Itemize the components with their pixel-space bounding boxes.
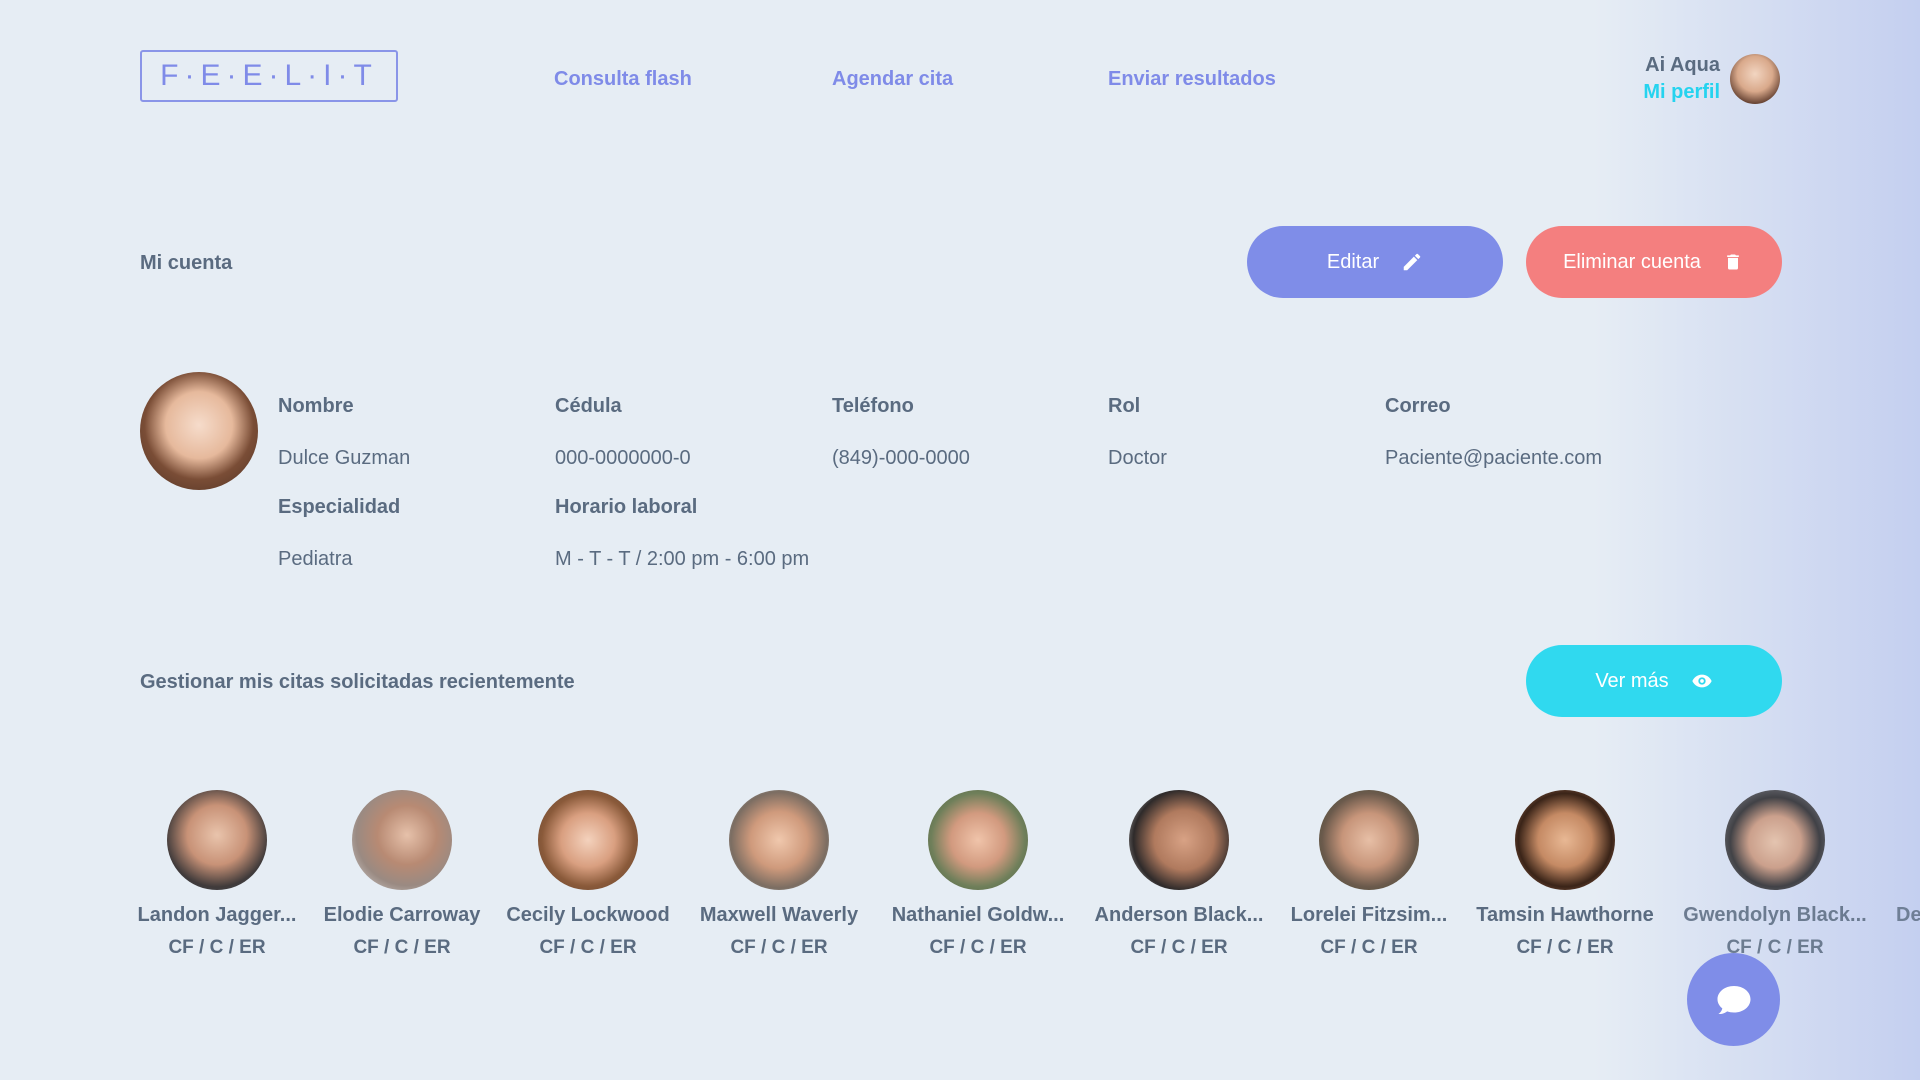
- user-menu[interactable]: Ai Aqua Mi perfil: [1643, 52, 1780, 106]
- nav-agendar-cita[interactable]: Agendar cita: [832, 68, 953, 91]
- value-horario: M - T - T / 2:00 pm - 6:00 pm: [555, 548, 810, 570]
- eye-icon: [1691, 670, 1713, 692]
- label-horario: Horario laboral: [555, 496, 698, 518]
- patient-photo: [1515, 790, 1615, 890]
- patient-photo: [167, 790, 267, 890]
- value-correo: Paciente@paciente.com: [1385, 447, 1603, 469]
- patient-tags: CF / C / ER: [1130, 937, 1228, 958]
- patient-tags: CF / C / ER: [730, 937, 828, 958]
- patient-name: Nathaniel Goldw...: [891, 904, 1065, 926]
- patient-photo: [538, 790, 638, 890]
- trash-icon: [1723, 251, 1745, 273]
- patient-tags: CF / C / ER: [1516, 937, 1614, 958]
- label-cedula: Cédula: [555, 395, 622, 417]
- user-name: Ai Aqua: [1645, 54, 1720, 76]
- delete-button-label: Eliminar cuenta: [1563, 250, 1701, 273]
- patient-name: De: [1896, 904, 1920, 926]
- appointment-card[interactable]: De: [1896, 790, 1920, 927]
- user-avatar[interactable]: [1730, 54, 1780, 104]
- chat-bubble-icon: [1716, 984, 1752, 1016]
- see-more-label: Ver más: [1595, 669, 1669, 692]
- app-logo[interactable]: F·E·E·L·I·T: [140, 50, 398, 102]
- value-cedula: 000-0000000-0: [555, 447, 691, 469]
- label-nombre: Nombre: [278, 395, 354, 417]
- appointment-card[interactable]: Maxwell Waverly CF / C / ER: [684, 790, 874, 959]
- nav-enviar-resultados[interactable]: Enviar resultados: [1108, 68, 1276, 91]
- patient-photo: [352, 790, 452, 890]
- appointment-card[interactable]: Anderson Black... CF / C / ER: [1084, 790, 1274, 959]
- value-rol: Doctor: [1108, 447, 1167, 469]
- patient-name: Landon Jagger...: [137, 904, 297, 926]
- patient-photo: [1725, 790, 1825, 890]
- appointments-title: Gestionar mis citas solicitadas reciente…: [140, 671, 575, 693]
- see-more-button[interactable]: Ver más: [1526, 645, 1782, 717]
- patient-name: Maxwell Waverly: [699, 904, 859, 926]
- patient-name: Gwendolyn Black...: [1683, 904, 1867, 926]
- label-rol: Rol: [1108, 395, 1141, 417]
- appointment-card[interactable]: Nathaniel Goldw... CF / C / ER: [883, 790, 1073, 959]
- patient-photo: [1319, 790, 1419, 890]
- patient-name: Cecily Lockwood: [506, 904, 670, 926]
- nav-consulta-flash[interactable]: Consulta flash: [554, 68, 692, 91]
- appointment-card[interactable]: Gwendolyn Black... CF / C / ER: [1680, 790, 1870, 959]
- value-telefono: (849)-000-0000: [832, 447, 970, 469]
- profile-link[interactable]: Mi perfil: [1643, 79, 1720, 106]
- patient-tags: CF / C / ER: [1320, 937, 1418, 958]
- patient-photo: [928, 790, 1028, 890]
- patient-name: Tamsin Hawthorne: [1476, 904, 1654, 926]
- value-nombre: Dulce Guzman: [278, 447, 411, 469]
- label-especialidad: Especialidad: [278, 496, 401, 518]
- patient-photo: [729, 790, 829, 890]
- delete-account-button[interactable]: Eliminar cuenta: [1526, 226, 1782, 298]
- patient-photo-placeholder: [1896, 790, 1920, 890]
- patient-tags: CF / C / ER: [353, 937, 451, 958]
- appointment-card[interactable]: Elodie Carroway CF / C / ER: [307, 790, 497, 959]
- patient-name: Elodie Carroway: [323, 904, 481, 926]
- pencil-icon: [1401, 251, 1423, 273]
- appointment-card[interactable]: Cecily Lockwood CF / C / ER: [493, 790, 683, 959]
- patient-name: Anderson Black...: [1094, 904, 1264, 926]
- label-correo: Correo: [1385, 395, 1451, 417]
- edit-button[interactable]: Editar: [1247, 226, 1503, 298]
- account-title: Mi cuenta: [140, 252, 233, 274]
- chat-button[interactable]: [1687, 953, 1780, 1046]
- patient-tags: CF / C / ER: [1726, 937, 1824, 958]
- value-especialidad: Pediatra: [278, 548, 353, 570]
- profile-photo: [140, 372, 258, 490]
- patient-photo: [1129, 790, 1229, 890]
- appointment-card[interactable]: Tamsin Hawthorne CF / C / ER: [1470, 790, 1660, 959]
- user-text: Ai Aqua Mi perfil: [1643, 52, 1720, 106]
- appointment-card[interactable]: Landon Jagger... CF / C / ER: [122, 790, 312, 959]
- patient-tags: CF / C / ER: [929, 937, 1027, 958]
- label-telefono: Teléfono: [832, 395, 914, 417]
- patient-name: Lorelei Fitzsim...: [1290, 904, 1448, 926]
- patient-tags: CF / C / ER: [168, 937, 266, 958]
- appointment-card[interactable]: Lorelei Fitzsim... CF / C / ER: [1274, 790, 1464, 959]
- edit-button-label: Editar: [1326, 250, 1380, 273]
- patient-tags: CF / C / ER: [539, 937, 637, 958]
